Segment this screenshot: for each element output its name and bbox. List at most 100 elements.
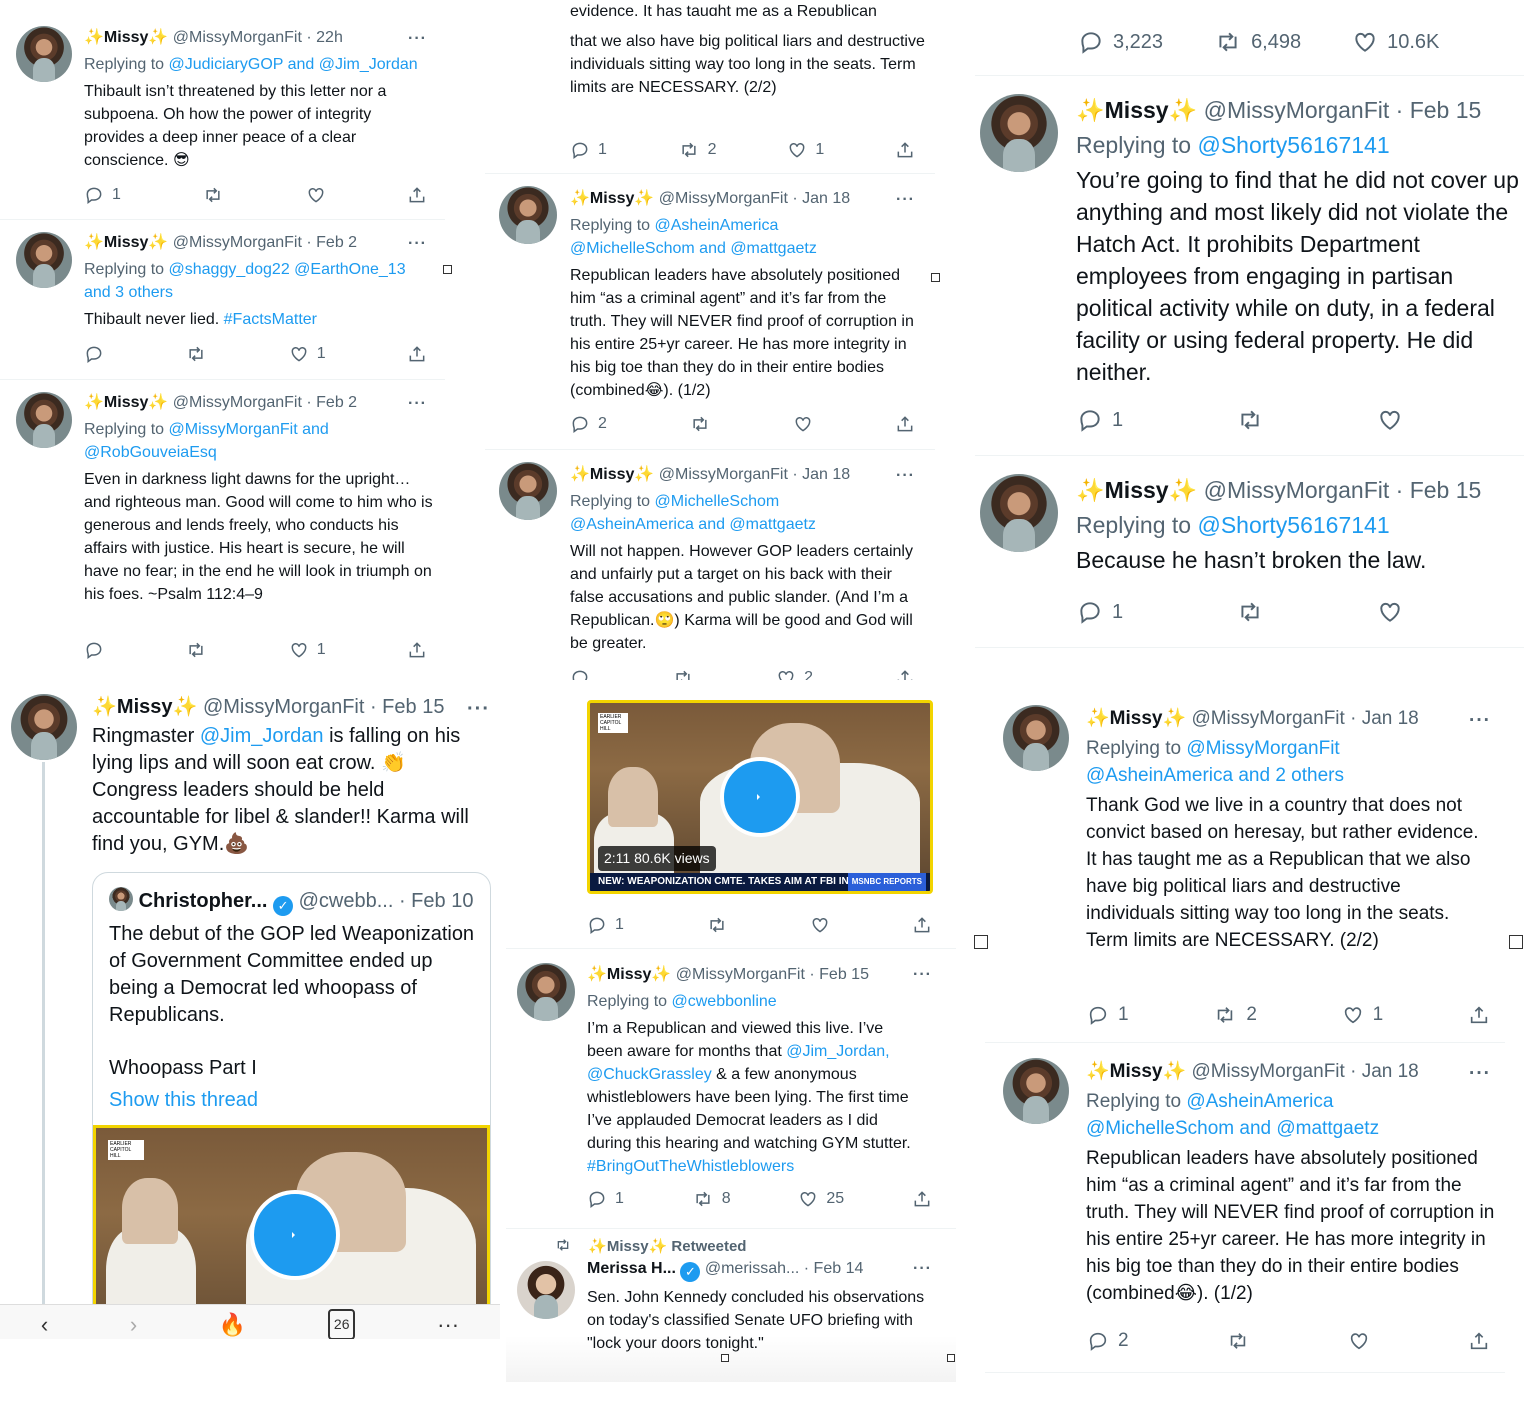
- tweet[interactable]: ✨Missy✨ @MissyMorganFit · Feb 2 Replying…: [0, 220, 445, 380]
- retweet-button[interactable]: [1225, 1327, 1251, 1354]
- share-button[interactable]: [912, 1187, 932, 1210]
- handle[interactable]: @MissyMorganFit: [173, 29, 302, 46]
- more-options-button[interactable]: ···: [408, 27, 427, 50]
- tweet[interactable]: ✨Missy✨ @MissyMorganFit · Feb 2 Replying…: [0, 380, 445, 668]
- reply-button[interactable]: 1: [587, 1187, 624, 1210]
- display-name[interactable]: Missy: [104, 29, 148, 46]
- share-button[interactable]: [895, 666, 915, 680]
- display-name[interactable]: Missy: [104, 394, 148, 411]
- play-button[interactable]: [250, 1190, 340, 1280]
- share-button[interactable]: [407, 638, 427, 661]
- more-options-button[interactable]: ···: [467, 696, 490, 723]
- reply-button[interactable]: 1: [570, 138, 607, 161]
- reply-button[interactable]: 2: [1086, 1327, 1129, 1354]
- display-name[interactable]: Missy: [1105, 477, 1169, 503]
- like-button[interactable]: [1376, 596, 1404, 628]
- quote-timestamp[interactable]: · Feb 10: [399, 890, 473, 912]
- timestamp[interactable]: · Jan 18: [1350, 708, 1419, 729]
- display-name[interactable]: Missy: [104, 234, 148, 251]
- share-button[interactable]: [407, 342, 427, 365]
- reply-button[interactable]: 1: [84, 183, 121, 206]
- reply-button[interactable]: 1: [587, 913, 624, 936]
- avatar[interactable]: [16, 392, 72, 448]
- forward-button[interactable]: ›: [130, 1311, 137, 1338]
- display-name[interactable]: Missy: [590, 466, 634, 483]
- tweet[interactable]: ✨Missy✨ @MissyMorganFit · Jan 18 Replyin…: [485, 450, 935, 680]
- like-button[interactable]: 2: [776, 666, 813, 680]
- menu-button[interactable]: ···: [437, 1311, 459, 1338]
- handle[interactable]: @MissyMorganFit: [1191, 1061, 1344, 1082]
- reply-button[interactable]: [84, 342, 104, 365]
- like-button[interactable]: [306, 183, 326, 206]
- back-button[interactable]: ‹: [41, 1311, 48, 1338]
- like-button[interactable]: 1: [289, 638, 326, 661]
- tweet[interactable]: ✨Missy✨ @MissyMorganFit · Jan 18 Replyin…: [985, 1043, 1505, 1373]
- avatar[interactable]: [499, 462, 557, 520]
- retweet-count[interactable]: 6,498: [1213, 26, 1301, 58]
- handle[interactable]: @MissyMorganFit: [1204, 97, 1390, 123]
- retweet-button[interactable]: [202, 183, 224, 206]
- share-button[interactable]: [912, 913, 932, 936]
- retweet-button[interactable]: [706, 913, 728, 936]
- timestamp[interactable]: · Feb 15: [1396, 477, 1482, 503]
- display-name[interactable]: Merissa H...: [587, 1260, 676, 1277]
- more-options-button[interactable]: ···: [408, 232, 427, 255]
- show-thread-link[interactable]: Show this thread: [109, 1087, 258, 1114]
- quote-display-name[interactable]: Christopher...: [139, 890, 268, 912]
- handle[interactable]: @MissyMorganFit: [173, 234, 302, 251]
- timestamp[interactable]: · Feb 2: [306, 394, 357, 411]
- retweet-button[interactable]: 8: [692, 1187, 731, 1210]
- like-count[interactable]: 10.6K: [1351, 26, 1439, 58]
- timestamp[interactable]: · Jan 18: [792, 466, 850, 483]
- avatar[interactable]: [980, 94, 1058, 172]
- quote-handle[interactable]: @cwebb...: [299, 890, 394, 912]
- more-options-button[interactable]: ···: [896, 188, 915, 211]
- more-options-button[interactable]: ···: [1469, 1060, 1491, 1087]
- avatar[interactable]: [11, 694, 77, 760]
- timestamp[interactable]: · 22h: [306, 29, 342, 46]
- reply-count[interactable]: 3,223: [1077, 26, 1163, 58]
- resize-handle[interactable]: [931, 273, 940, 282]
- retweet-button[interactable]: [185, 638, 207, 661]
- like-button[interactable]: 25: [798, 1187, 844, 1210]
- reply-button[interactable]: 1: [1076, 404, 1123, 436]
- share-button[interactable]: [895, 138, 915, 161]
- avatar[interactable]: [980, 474, 1058, 552]
- mention-link[interactable]: @Jim_Jordan,: [786, 1043, 889, 1060]
- retweeted-tweet[interactable]: ✨Missy✨ Retweeted Merissa H... ✓ @meriss…: [506, 1229, 956, 1382]
- retweet-button[interactable]: [1235, 596, 1265, 628]
- reply-button[interactable]: [84, 638, 104, 661]
- like-button[interactable]: [1376, 404, 1404, 436]
- tweet[interactable]: ✨Missy✨ @MissyMorganFit · Jan 18 Replyin…: [985, 690, 1505, 1043]
- share-button[interactable]: [1467, 1327, 1491, 1354]
- avatar[interactable]: [517, 963, 575, 1021]
- reply-button[interactable]: 1: [1076, 596, 1123, 628]
- hashtag-link[interactable]: #BringOutTheWhistleblowers: [587, 1158, 794, 1175]
- timestamp[interactable]: · Feb 15: [809, 966, 869, 983]
- reply-button[interactable]: 2: [570, 412, 607, 435]
- like-button[interactable]: [793, 412, 813, 435]
- display-name[interactable]: Missy: [1110, 708, 1163, 729]
- reply-to-link[interactable]: @cwebbonline: [672, 993, 777, 1010]
- like-button[interactable]: 1: [1341, 1001, 1383, 1028]
- retweet-button[interactable]: 2: [678, 138, 717, 161]
- mention-link[interactable]: @ChuckGrassley: [587, 1066, 712, 1083]
- timestamp[interactable]: · Jan 18: [1350, 1061, 1419, 1082]
- like-button[interactable]: 1: [289, 342, 326, 365]
- avatar[interactable]: [16, 26, 72, 82]
- like-button[interactable]: 1: [787, 138, 824, 161]
- quoted-tweet[interactable]: Christopher... ✓ @cwebb... · Feb 10 The …: [92, 872, 491, 1339]
- resize-handle[interactable]: [721, 1354, 729, 1362]
- retweet-button[interactable]: [1235, 404, 1265, 436]
- tweet[interactable]: ✨Missy✨ @MissyMorganFit · 22h Replying t…: [0, 0, 445, 220]
- retweet-button[interactable]: [672, 666, 694, 680]
- display-name[interactable]: Missy: [1110, 1061, 1163, 1082]
- hashtag-link[interactable]: #FactsMatter: [224, 311, 317, 328]
- timestamp[interactable]: · Feb 14: [804, 1260, 864, 1277]
- display-name[interactable]: Missy: [1105, 97, 1169, 123]
- handle[interactable]: @MissyMorganFit: [1191, 708, 1344, 729]
- handle[interactable]: @merissah...: [705, 1260, 799, 1277]
- tweet[interactable]: that we also have big political liars an…: [485, 22, 935, 174]
- resize-handle[interactable]: [974, 935, 988, 949]
- mention-link[interactable]: @Jim_Jordan: [200, 725, 324, 747]
